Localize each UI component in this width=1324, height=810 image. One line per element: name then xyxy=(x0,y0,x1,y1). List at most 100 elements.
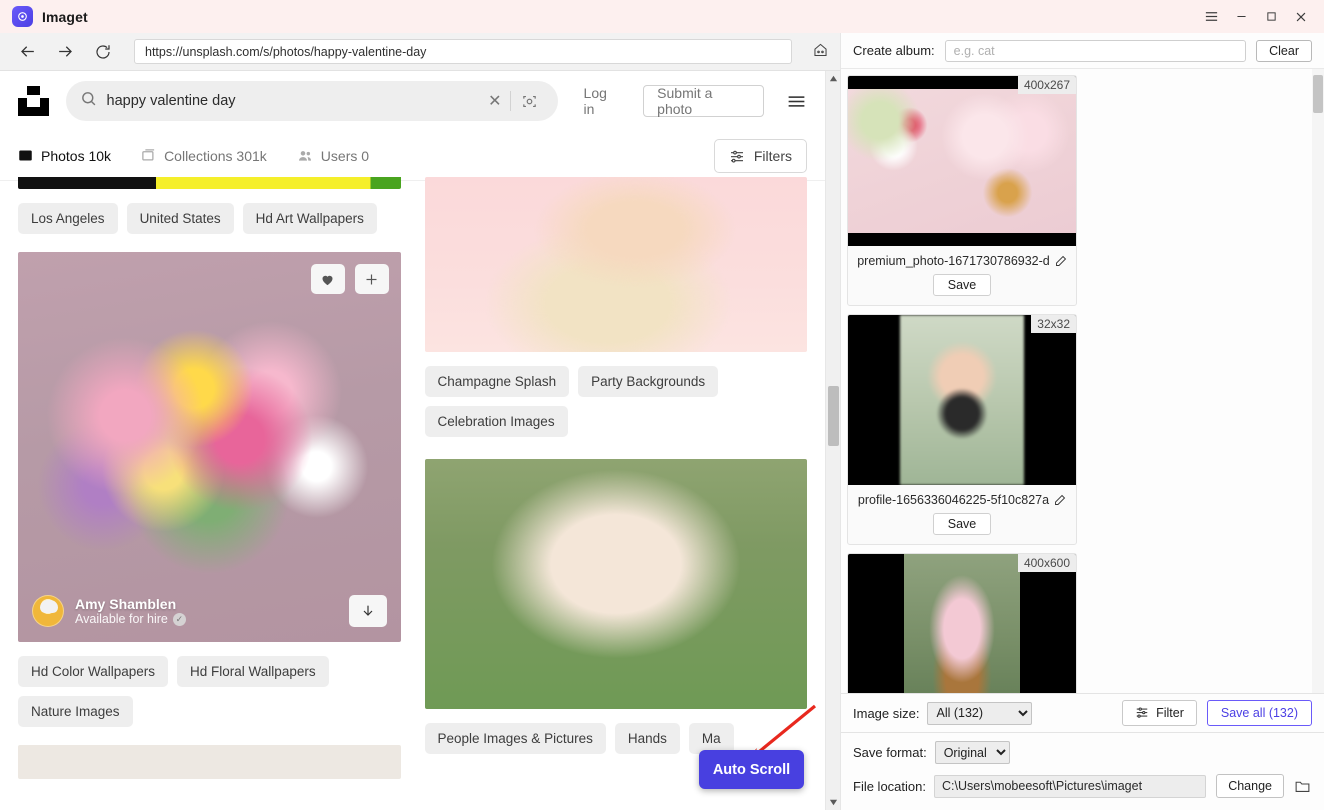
image-thumbnail[interactable]: 400x267 xyxy=(848,76,1076,246)
photo-partial-top[interactable] xyxy=(18,177,401,189)
photo-card-partial-bottom[interactable] xyxy=(18,745,401,779)
scroll-down-icon[interactable] xyxy=(826,795,841,810)
change-location-button[interactable]: Change xyxy=(1216,774,1284,798)
back-arrow-icon[interactable] xyxy=(10,37,44,67)
chip-people-images[interactable]: People Images & Pictures xyxy=(424,723,606,754)
photo-card-champagne[interactable] xyxy=(424,177,807,352)
unsplash-logo-icon[interactable] xyxy=(18,85,50,117)
masonry-column-2: Champagne Splash Party Backgrounds Celeb… xyxy=(424,177,808,779)
download-arrow-icon[interactable] xyxy=(348,595,387,627)
tab-photos[interactable]: Photos 10k xyxy=(18,148,111,164)
chip-hd-color-wallpapers[interactable]: Hd Color Wallpapers xyxy=(18,656,169,687)
panel-scrollbar[interactable] xyxy=(1312,69,1324,693)
login-link[interactable]: Log in xyxy=(584,85,622,117)
filter-button[interactable]: Filter xyxy=(1122,700,1197,726)
image-thumbnail[interactable]: 32x32 xyxy=(848,315,1076,485)
reload-icon[interactable] xyxy=(86,37,120,67)
users-icon xyxy=(297,148,313,164)
photo-author-info: Amy Shamblen Available for hire ✓ xyxy=(75,596,186,626)
chip-hd-floral-wallpapers[interactable]: Hd Floral Wallpapers xyxy=(177,656,329,687)
file-location-label: File location: xyxy=(853,778,926,794)
plus-icon[interactable] xyxy=(354,264,389,294)
chip-united-states[interactable]: United States xyxy=(126,203,234,234)
image-card[interactable]: 400x267 premium_photo-1671730786932-d Sa… xyxy=(847,75,1077,306)
save-format-row: Save format: Original xyxy=(853,741,1312,764)
image-dimensions-badge: 400x267 xyxy=(1017,76,1076,94)
hamburger-icon[interactable] xyxy=(786,91,807,112)
filters-button[interactable]: Filters xyxy=(713,138,807,173)
thumbnail-art xyxy=(904,554,1020,693)
search-icon xyxy=(80,90,97,112)
sliders-icon xyxy=(1135,705,1149,722)
photo-card-forever-hands[interactable] xyxy=(424,459,807,709)
tab-photos-label: Photos 10k xyxy=(41,147,112,164)
tab-collections[interactable]: Collections 301k xyxy=(141,148,267,164)
chip-group-bottom-1: Hd Color Wallpapers Hd Floral Wallpapers… xyxy=(18,656,401,727)
chip-hd-art-wallpapers[interactable]: Hd Art Wallpapers xyxy=(242,203,377,234)
save-settings: Save format: Original File location: Cha… xyxy=(841,732,1324,810)
image-card[interactable]: 400x600 photo-1503652601-557d07733ddc Sa… xyxy=(847,553,1077,693)
chip-nature-images[interactable]: Nature Images xyxy=(18,696,133,727)
clear-button[interactable]: Clear xyxy=(1256,39,1312,62)
photo-availability: Available for hire ✓ xyxy=(75,612,186,626)
save-all-button[interactable]: Save all (132) xyxy=(1206,700,1312,726)
folder-icon[interactable] xyxy=(1293,778,1312,795)
pencil-icon[interactable] xyxy=(1055,255,1067,267)
save-button[interactable]: Save xyxy=(932,513,992,535)
forward-arrow-icon[interactable] xyxy=(48,37,82,67)
chip-party-backgrounds[interactable]: Party Backgrounds xyxy=(578,366,719,397)
save-button[interactable]: Save xyxy=(932,274,992,296)
create-album-label: Create album: xyxy=(853,43,935,58)
visual-search-icon[interactable] xyxy=(511,93,544,110)
image-filename-row: profile-1656336046225-5f10c827a xyxy=(848,485,1076,510)
image-size-select[interactable]: All (132) xyxy=(927,701,1033,725)
chip-celebration-images[interactable]: Celebration Images xyxy=(424,406,568,437)
unsplash-search-box[interactable]: happy valentine day ✕ xyxy=(65,81,558,121)
clear-x-icon[interactable]: ✕ xyxy=(480,91,509,111)
save-row: Save xyxy=(848,510,1076,544)
menu-button[interactable] xyxy=(1196,0,1226,33)
unsplash-page: happy valentine day ✕ Log in Submit a ph… xyxy=(0,71,825,810)
save-format-select[interactable]: Original xyxy=(934,741,1010,764)
chip-hands[interactable]: Hands xyxy=(614,723,680,754)
filter-button-label: Filter xyxy=(1156,706,1184,720)
create-album-input[interactable] xyxy=(944,39,1247,62)
photo-availability-label: Available for hire xyxy=(75,612,168,626)
image-filename: premium_photo-1671730786932-d xyxy=(857,254,1050,268)
image-filename-row: premium_photo-1671730786932-d xyxy=(848,246,1076,271)
avatar[interactable] xyxy=(32,595,64,627)
photo-author-name[interactable]: Amy Shamblen xyxy=(75,596,186,612)
chip-champagne-splash[interactable]: Champagne Splash xyxy=(424,366,570,397)
image-thumbnail[interactable]: 400x600 xyxy=(848,554,1076,693)
image-card[interactable]: 32x32 profile-1656336046225-5f10c827a Sa… xyxy=(847,314,1077,545)
page-scrollbar[interactable] xyxy=(825,71,840,810)
auto-scroll-button[interactable]: Auto Scroll xyxy=(699,750,804,789)
masonry-column-1: Los Angeles United States Hd Art Wallpap… xyxy=(18,177,401,779)
heart-icon[interactable] xyxy=(310,264,345,294)
thumbnail-art xyxy=(848,89,1076,233)
file-location-input[interactable] xyxy=(933,774,1207,798)
panel-scrollbar-thumb[interactable] xyxy=(1313,75,1323,113)
tab-users-label: Users 0 xyxy=(320,147,370,164)
save-format-label: Save format: xyxy=(853,745,927,760)
image-filename: profile-1656336046225-5f10c827a xyxy=(857,493,1050,507)
pencil-icon[interactable] xyxy=(1054,494,1066,506)
photo-card-flowers[interactable]: Amy Shamblen Available for hire ✓ xyxy=(18,252,401,642)
photo-masonry: Los Angeles United States Hd Art Wallpap… xyxy=(0,177,825,779)
address-bar[interactable]: https://unsplash.com/s/photos/happy-vale… xyxy=(134,39,792,64)
minimize-button[interactable] xyxy=(1226,0,1256,33)
sliders-icon xyxy=(729,148,745,164)
image-size-label: Image size: xyxy=(853,705,920,721)
extension-icon[interactable] xyxy=(802,37,838,67)
close-button[interactable] xyxy=(1286,0,1316,33)
scroll-up-icon[interactable] xyxy=(826,71,840,86)
page-scrollbar-thumb[interactable] xyxy=(828,386,839,446)
search-input-value[interactable]: happy valentine day xyxy=(107,93,481,109)
tab-users[interactable]: Users 0 xyxy=(297,148,369,164)
chip-group-top-2: Champagne Splash Party Backgrounds Celeb… xyxy=(424,366,808,437)
chip-los-angeles[interactable]: Los Angeles xyxy=(18,203,118,234)
submit-photo-button[interactable]: Submit a photo xyxy=(643,85,764,117)
maximize-button[interactable] xyxy=(1256,0,1286,33)
thumbnail-art xyxy=(900,315,1024,485)
photo-footer: Amy Shamblen Available for hire ✓ xyxy=(18,580,401,642)
